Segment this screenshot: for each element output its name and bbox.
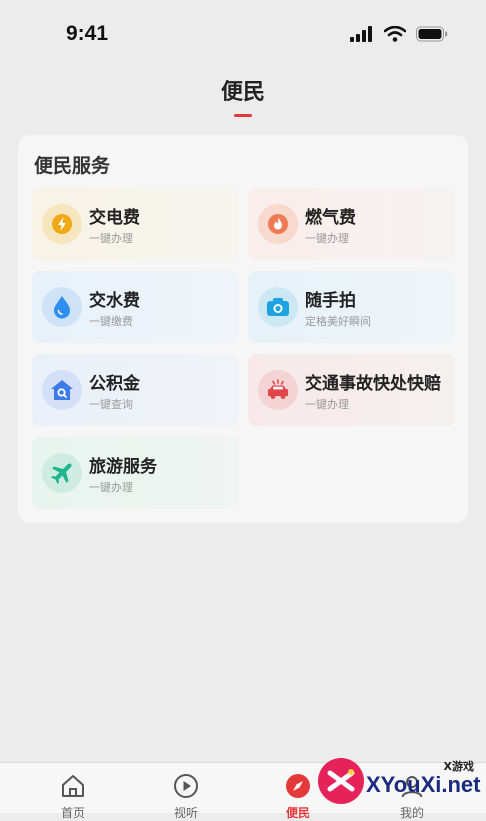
signal-icon xyxy=(350,26,372,42)
service-title: 交水费 xyxy=(89,291,140,311)
tab-label: 首页 xyxy=(60,806,85,820)
camera-icon xyxy=(258,287,298,327)
service-subtitle: 一键办理 xyxy=(305,232,349,245)
service-housing-fund[interactable]: 公积金 一键查询 xyxy=(32,354,239,426)
service-subtitle: 一键办理 xyxy=(89,481,133,494)
play-icon xyxy=(174,774,198,798)
service-subtitle: 定格美好瞬间 xyxy=(305,315,371,328)
service-electricity[interactable]: 交电费 一键办理 xyxy=(32,188,239,260)
card-title: 便民服务 xyxy=(34,155,111,177)
service-gas[interactable]: 燃气费 一键办理 xyxy=(248,188,455,260)
water-drop-icon xyxy=(42,287,82,327)
service-traffic-accident[interactable]: 交通事故快处快赔 一键办理 xyxy=(248,354,455,426)
tab-home[interactable]: 首页 xyxy=(13,763,133,820)
watermark: X游戏 XYouXi.net xyxy=(318,752,486,812)
service-title: 公积金 xyxy=(89,374,140,394)
title-underline xyxy=(234,114,252,117)
tab-label: 视听 xyxy=(173,806,198,820)
watermark-logo xyxy=(318,758,364,804)
tab-media[interactable]: 视听 xyxy=(126,763,246,820)
status-time: 9:41 xyxy=(66,22,109,45)
wifi-icon xyxy=(384,26,406,42)
house-search-icon xyxy=(42,370,82,410)
service-travel[interactable]: 旅游服务 一键办理 xyxy=(32,437,239,509)
service-title: 交电费 xyxy=(89,208,140,228)
service-title: 随手拍 xyxy=(305,291,356,311)
car-accident-icon xyxy=(258,370,298,410)
compass-icon xyxy=(286,774,310,798)
service-subtitle: 一键缴费 xyxy=(89,315,133,328)
service-subtitle: 一键查询 xyxy=(89,398,133,411)
service-subtitle: 一键办理 xyxy=(305,398,349,411)
status-icons xyxy=(350,26,448,42)
service-title: 燃气费 xyxy=(305,208,356,228)
flame-icon xyxy=(258,204,298,244)
service-subtitle: 一键办理 xyxy=(89,232,133,245)
service-card: 便民服务 交电费 一键办理 燃气费 一键办理 交水费 一键缴费 随手拍 定格美好… xyxy=(18,135,468,523)
home-icon xyxy=(62,775,84,797)
service-title: 交通事故快处快赔 xyxy=(305,374,441,394)
lightning-icon xyxy=(42,204,82,244)
status-bar: 9:41 xyxy=(0,0,486,70)
page-title: 便民 xyxy=(220,80,265,105)
battery-icon xyxy=(416,26,448,42)
watermark-text: XYouXi.net xyxy=(366,772,481,797)
airplane-icon xyxy=(42,453,82,493)
service-title: 旅游服务 xyxy=(89,457,157,477)
service-water[interactable]: 交水费 一键缴费 xyxy=(32,271,239,343)
service-photo[interactable]: 随手拍 定格美好瞬间 xyxy=(248,271,455,343)
